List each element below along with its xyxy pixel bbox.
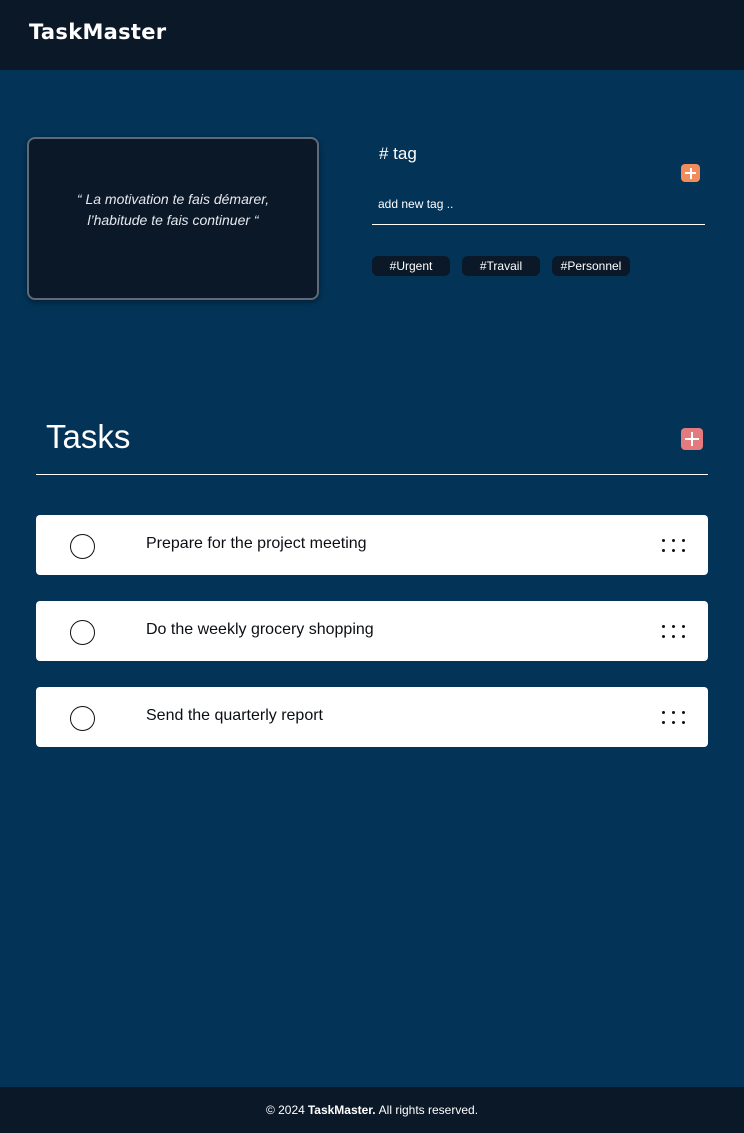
tag-chip-urgent[interactable]: #Urgent (372, 256, 450, 276)
footer-brand: TaskMaster. (307, 1103, 376, 1117)
task-row[interactable]: Prepare for the project meeting (36, 515, 708, 575)
quote-card: “ La motivation te fais démarer, l’habit… (27, 137, 319, 300)
footer-copyright: © 2024 (265, 1103, 305, 1117)
tag-chip-travail[interactable]: #Travail (462, 256, 540, 276)
footer-rights: All rights reserved. (378, 1103, 479, 1117)
app-footer: © 2024 TaskMaster. All rights reserved. (0, 1087, 744, 1133)
task-checkbox[interactable] (70, 706, 95, 731)
app-title[interactable]: TaskMaster (29, 20, 166, 44)
task-label: Do the weekly grocery shopping (146, 621, 374, 638)
tasks-title: Tasks (46, 418, 131, 455)
drag-handle-icon[interactable] (658, 625, 688, 639)
add-tag-button[interactable] (681, 164, 700, 182)
task-row[interactable]: Send the quarterly report (36, 687, 708, 747)
new-tag-input[interactable] (372, 188, 705, 225)
task-checkbox[interactable] (70, 620, 95, 645)
drag-handle-icon[interactable] (658, 539, 688, 553)
task-label: Prepare for the project meeting (146, 535, 367, 552)
task-label: Send the quarterly report (146, 707, 323, 724)
task-row[interactable]: Do the weekly grocery shopping (36, 601, 708, 661)
task-checkbox[interactable] (70, 534, 95, 559)
tasks-divider (36, 474, 708, 475)
app-header: TaskMaster (0, 0, 744, 70)
quote-text: “ La motivation te fais démarer, l’habit… (76, 190, 270, 228)
tag-section-title: # tag (379, 144, 417, 163)
tag-chip-personnel[interactable]: #Personnel (552, 256, 630, 276)
drag-handle-icon[interactable] (658, 711, 688, 725)
add-task-button[interactable] (681, 428, 703, 450)
